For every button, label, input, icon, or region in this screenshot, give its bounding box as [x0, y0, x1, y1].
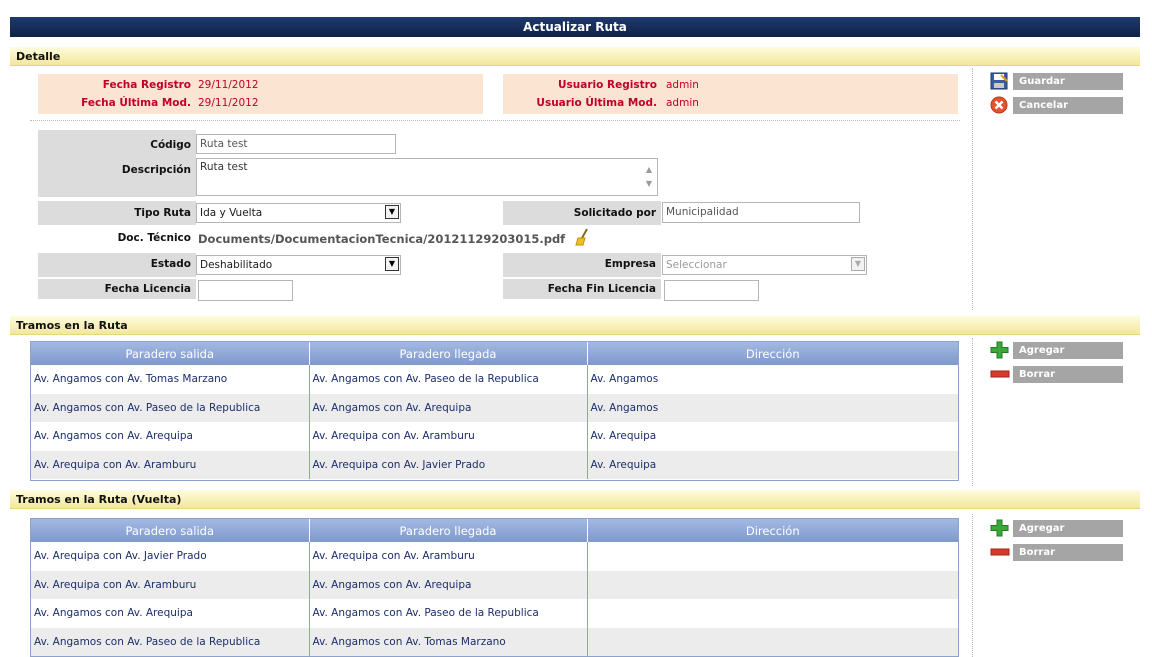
table-row[interactable]: Av. Angamos con Av. Tomas Marzano Av. An…	[31, 365, 958, 394]
chevron-down-icon[interactable]: ▼	[385, 205, 399, 219]
chevron-down-icon[interactable]: ▼	[385, 257, 399, 271]
cell-llegada: Av. Angamos con Av. Tomas Marzano	[309, 627, 588, 656]
chevron-down-icon[interactable]: ▼	[851, 257, 865, 271]
cancel-button[interactable]: Cancelar	[1013, 97, 1123, 114]
codigo-label: Código	[150, 139, 191, 151]
column-header-salida[interactable]: Paradero salida	[31, 342, 310, 365]
cell-salida: Av. Angamos con Av. Arequipa	[31, 599, 310, 628]
registro-info-box: Fecha Registro 29/11/2012 Fecha Última M…	[38, 74, 483, 114]
cell-direccion	[587, 599, 958, 628]
cell-direccion	[587, 627, 958, 656]
add-tramo-vuelta-button[interactable]: Agregar	[1013, 520, 1123, 537]
table-row[interactable]: Av. Angamos con Av. Paseo de la Republic…	[31, 627, 958, 656]
divider	[30, 120, 960, 121]
fecha-licencia-label: Fecha Licencia	[104, 283, 191, 295]
section-header-detalle: Detalle	[10, 47, 1140, 66]
tramos-vuelta-table: Paradero salida Paradero llegada Direcci…	[30, 518, 959, 657]
cell-direccion: Av. Angamos	[590, 373, 659, 386]
fecha-licencia-input[interactable]	[198, 280, 293, 301]
doc-tecnico-link[interactable]: Documents/DocumentacionTecnica/201211292…	[198, 232, 565, 246]
tipo-ruta-label: Tipo Ruta	[134, 207, 191, 219]
cell-llegada: Av. Arequipa con Av. Aramburu	[309, 542, 588, 571]
empresa-select[interactable]: Seleccionar ▼	[662, 255, 867, 275]
usuario-info-box: Usuario Registro admin Usuario Última Mo…	[503, 74, 958, 114]
fecha-fin-input[interactable]	[664, 280, 759, 301]
table-row[interactable]: Av. Arequipa con Av. Javier Prado Av. Ar…	[31, 542, 958, 571]
empresa-label: Empresa	[604, 258, 656, 270]
fecha-registro-label: Fecha Registro	[102, 79, 191, 91]
divider	[972, 68, 973, 310]
table-row[interactable]: Av. Arequipa con Av. Aramburu Av. Arequi…	[31, 450, 958, 479]
add-tramo-button[interactable]: Agregar	[1013, 342, 1123, 359]
usuario-mod-value: admin	[666, 97, 699, 109]
plus-icon[interactable]	[990, 341, 1010, 359]
table-row[interactable]: Av. Angamos con Av. Arequipa Av. Angamos…	[31, 599, 958, 628]
usuario-mod-label: Usuario Última Mod.	[536, 97, 657, 109]
cell-salida: Av. Angamos con Av. Paseo de la Republic…	[31, 627, 310, 656]
section-header-tramos-vuelta: Tramos en la Ruta (Vuelta)	[10, 490, 1140, 509]
doc-tecnico-label: Doc. Técnico	[117, 232, 191, 244]
fecha-fin-label: Fecha Fin Licencia	[547, 283, 656, 295]
cell-direccion	[587, 542, 958, 571]
plus-icon[interactable]	[990, 519, 1010, 537]
minus-icon[interactable]	[990, 543, 1010, 561]
cell-salida: Av. Arequipa con Av. Aramburu	[31, 450, 310, 479]
tipo-ruta-select[interactable]: Ida y Vuelta ▼	[196, 203, 401, 223]
cell-salida: Av. Arequipa con Av. Aramburu	[31, 570, 310, 599]
estado-select[interactable]: Deshabilitado ▼	[196, 255, 401, 275]
solicitado-label: Solicitado por	[573, 207, 656, 219]
cell-llegada: Av. Angamos con Av. Paseo de la Republic…	[309, 365, 588, 394]
cell-direccion: Av. Arequipa	[590, 430, 657, 443]
codigo-input[interactable]: Ruta test	[196, 134, 396, 154]
cell-direccion: Av. Angamos	[587, 393, 958, 422]
usuario-registro-value: admin	[666, 79, 699, 91]
page-title: Actualizar Ruta	[10, 17, 1140, 37]
cell-direccion	[587, 570, 958, 599]
cell-llegada: Av. Angamos con Av. Paseo de la Republic…	[309, 599, 588, 628]
estado-value: Deshabilitado	[200, 259, 273, 271]
cell-salida: Av. Angamos con Av. Arequipa	[31, 422, 310, 451]
save-button[interactable]: Guardar	[1013, 73, 1123, 90]
column-header-direccion[interactable]: Dirección	[587, 519, 958, 542]
table-row[interactable]: Av. Angamos con Av. Arequipa Av. Arequip…	[31, 422, 958, 451]
descripcion-text: Ruta test	[200, 161, 248, 173]
fecha-mod-label: Fecha Última Mod.	[81, 97, 191, 109]
estado-label: Estado	[150, 258, 191, 270]
divider	[972, 514, 973, 657]
scrollbar[interactable]: ▲ ▼	[644, 163, 654, 191]
broom-icon[interactable]	[574, 228, 592, 246]
delete-tramo-vuelta-button[interactable]: Borrar	[1013, 544, 1123, 561]
descripcion-label: Descripción	[121, 164, 191, 176]
cell-llegada: Av. Arequipa con Av. Aramburu	[309, 422, 588, 451]
cell-llegada: Av. Angamos con Av. Arequipa	[309, 393, 588, 422]
table-row[interactable]: Av. Angamos con Av. Paseo de la Republic…	[31, 393, 958, 422]
delete-tramo-button[interactable]: Borrar	[1013, 366, 1123, 383]
table-row[interactable]: Av. Arequipa con Av. Aramburu Av. Angamo…	[31, 570, 958, 599]
descripcion-textarea[interactable]: Ruta test ▲ ▼	[196, 158, 658, 196]
section-header-tramos: Tramos en la Ruta	[10, 316, 1140, 335]
cell-direccion: Av. Arequipa	[587, 450, 958, 479]
column-header-salida[interactable]: Paradero salida	[31, 519, 310, 542]
empresa-value: Seleccionar	[666, 259, 727, 271]
fecha-mod-value: 29/11/2012	[198, 97, 259, 109]
usuario-registro-label: Usuario Registro	[558, 79, 657, 91]
cancel-icon[interactable]	[990, 96, 1010, 114]
cell-salida: Av. Angamos con Av. Paseo de la Republic…	[31, 393, 310, 422]
floppy-disk-icon[interactable]	[990, 72, 1010, 90]
cell-llegada: Av. Angamos con Av. Arequipa	[309, 570, 588, 599]
tramos-table: Paradero salida Paradero llegada Direcci…	[30, 341, 959, 481]
cell-llegada: Av. Arequipa con Av. Javier Prado	[309, 450, 588, 479]
cell-salida: Av. Arequipa con Av. Javier Prado	[31, 542, 310, 571]
fecha-registro-value: 29/11/2012	[198, 79, 259, 91]
cell-salida: Av. Angamos con Av. Tomas Marzano	[31, 365, 310, 394]
divider	[972, 338, 973, 486]
solicitado-input[interactable]: Municipalidad	[662, 202, 860, 223]
column-header-direccion[interactable]: Dirección	[587, 342, 958, 365]
column-header-llegada[interactable]: Paradero llegada	[309, 342, 588, 365]
minus-icon[interactable]	[990, 365, 1010, 383]
column-header-llegada[interactable]: Paradero llegada	[309, 519, 588, 542]
tipo-ruta-value: Ida y Vuelta	[200, 207, 263, 219]
